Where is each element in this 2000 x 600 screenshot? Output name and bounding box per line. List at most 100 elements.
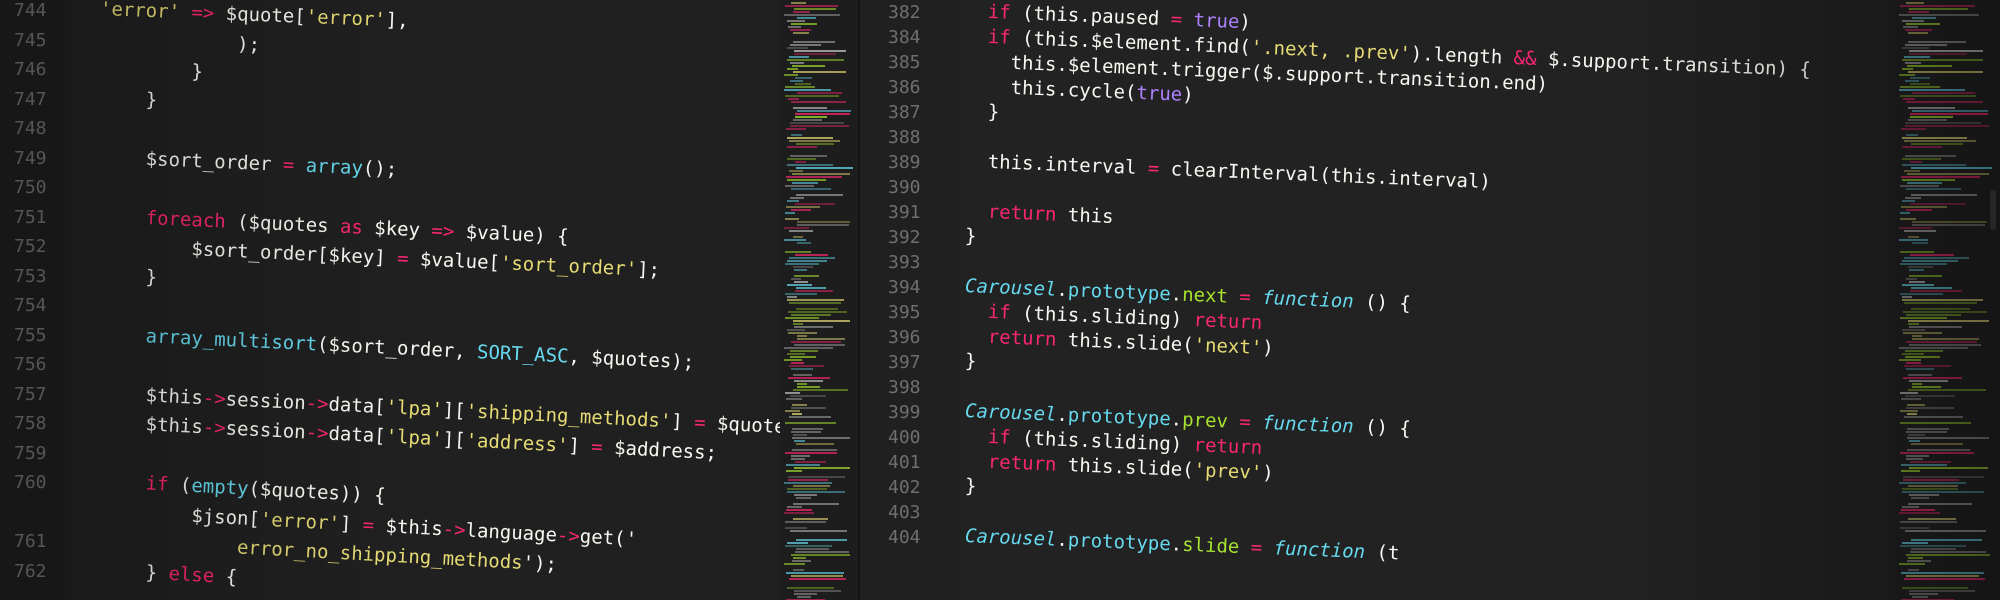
line-number: 399 xyxy=(888,402,921,423)
minimap-line xyxy=(1908,485,1958,487)
minimap-line xyxy=(1901,176,1980,178)
code-line[interactable]: } xyxy=(100,57,203,83)
minimap-line xyxy=(1899,227,1932,229)
line-number: 761 xyxy=(14,531,47,552)
minimap-line xyxy=(794,494,817,496)
code-token: $.support.transition) { xyxy=(1536,47,1812,81)
minimap-line xyxy=(797,221,850,223)
minimap-line xyxy=(797,386,820,388)
code-line[interactable]: } xyxy=(100,87,157,110)
code-token: function xyxy=(1273,537,1366,564)
minimap-line xyxy=(1910,161,1922,163)
line-number: 390 xyxy=(888,177,921,198)
minimap-line xyxy=(789,257,835,259)
minimap-line xyxy=(1901,470,1920,472)
code-token: prototype xyxy=(1067,404,1172,431)
minimap-line xyxy=(1909,590,1975,592)
minimap-line xyxy=(797,92,842,94)
line-number: 385 xyxy=(888,52,921,73)
minimap-line xyxy=(1899,482,1966,484)
line-number: 749 xyxy=(14,147,47,169)
code-token: this.interval xyxy=(964,150,1149,180)
minimap-line xyxy=(1906,575,1979,577)
minimap-line xyxy=(795,113,850,115)
minimap-line xyxy=(1900,293,1943,295)
code-token: ) xyxy=(1238,11,1252,34)
code-token: Carousel xyxy=(964,525,1057,551)
line-number: 752 xyxy=(14,236,47,257)
code-token: -> xyxy=(556,523,581,548)
code-token: 'lpa' xyxy=(385,425,444,451)
minimap-line xyxy=(1903,377,1962,379)
code-line[interactable]: $sort_order = array(); xyxy=(100,146,398,181)
minimap-line xyxy=(1902,506,1919,508)
code-token: 'error' xyxy=(99,0,181,24)
code-line[interactable]: array_multisort($sort_order, SORT_ASC, $… xyxy=(99,323,695,373)
code-line[interactable]: } xyxy=(965,350,977,372)
minimap-line xyxy=(797,242,811,244)
line-number: 384 xyxy=(888,27,921,48)
code-token: true xyxy=(1136,81,1183,106)
minimap-line xyxy=(1907,182,1942,184)
minimap-line xyxy=(1911,548,1956,550)
code-token: -> xyxy=(305,391,330,415)
minimap-line xyxy=(787,353,805,355)
code-editor-screenshot: 744'error' => $quote['error'], 745 ); 746 … xyxy=(0,0,2000,600)
minimap-line xyxy=(787,59,844,61)
minimap-line xyxy=(1911,308,1970,310)
minimap-line xyxy=(1902,587,1968,589)
code-token: SORT_ASC xyxy=(476,340,570,367)
minimap-line xyxy=(1904,56,1930,58)
code-line[interactable]: } xyxy=(99,264,157,289)
minimap-line xyxy=(790,29,811,31)
code-line[interactable]: } xyxy=(965,100,999,123)
code-line[interactable]: Carousel.prototype.slide = function (t xyxy=(965,525,1400,564)
code-token: (); xyxy=(362,156,398,181)
minimap-line xyxy=(790,122,844,124)
minimap-line xyxy=(789,140,840,142)
minimap[interactable] xyxy=(1895,0,2000,600)
minimap-line xyxy=(793,107,827,109)
code-line[interactable]: 'error' => $quote['error'], xyxy=(100,0,410,32)
minimap-line xyxy=(792,173,850,175)
minimap-line xyxy=(795,83,811,85)
line-number: 402 xyxy=(888,477,921,498)
minimap-line xyxy=(1912,110,1988,112)
minimap-line xyxy=(1899,14,1979,16)
minimap-line xyxy=(784,89,831,91)
code-line[interactable]: $sort_order[$key] = $value['sort_order']… xyxy=(100,234,661,281)
code-line[interactable]: } xyxy=(965,225,977,247)
scrollbar-thumb[interactable] xyxy=(1990,190,1996,230)
code-token: ); xyxy=(99,27,261,56)
line-number: 744 xyxy=(14,0,47,21)
minimap-line xyxy=(1909,593,1938,595)
minimap-line xyxy=(1900,527,1929,529)
code-token: => xyxy=(179,1,227,25)
minimap-line xyxy=(793,503,839,505)
minimap-line xyxy=(793,569,804,571)
minimap-line xyxy=(1912,224,1985,226)
minimap-line xyxy=(785,263,819,265)
code-token: ] xyxy=(670,409,695,434)
minimap-line xyxy=(791,431,821,433)
editor-pane-left[interactable]: 744'error' => $quote['error'], 745 ); 746 … xyxy=(0,0,860,600)
minimap-line xyxy=(1908,374,1932,376)
editor-pane-right[interactable]: 382 if (this.paused = true) 384 if (this.… xyxy=(860,0,2000,600)
code-token: ][ xyxy=(442,398,467,422)
minimap[interactable] xyxy=(780,0,860,600)
code-line[interactable]: ); xyxy=(100,28,261,56)
minimap-line xyxy=(786,398,802,400)
minimap-line xyxy=(791,188,831,190)
minimap-line xyxy=(794,380,823,382)
code-line[interactable]: this.interval = clearInterval(this.inter… xyxy=(964,150,1491,193)
code-token: 'shipping_methods' xyxy=(465,399,672,432)
code-line[interactable]: } else { xyxy=(99,559,238,588)
minimap-line xyxy=(1911,143,1963,145)
minimap-line xyxy=(1900,95,1976,97)
code-token: -> xyxy=(202,416,227,440)
code-token: 'sort_order' xyxy=(499,252,638,281)
code-line[interactable]: } xyxy=(965,475,977,497)
code-line[interactable]: return this xyxy=(965,200,1114,228)
minimap-line xyxy=(784,347,833,349)
